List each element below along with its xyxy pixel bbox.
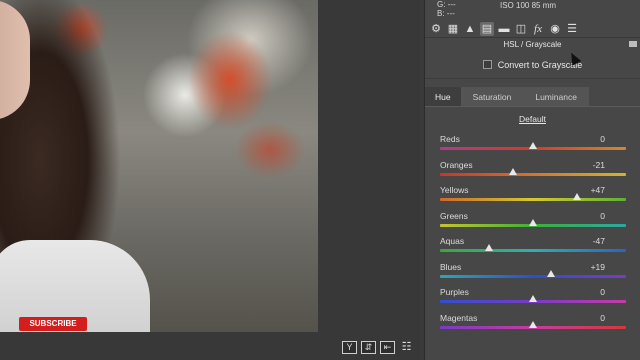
default-link[interactable]: Default (425, 114, 640, 126)
panel-menu-icon[interactable] (629, 41, 637, 47)
grayscale-checkbox[interactable] (482, 60, 492, 69)
slider-aquas: Aquas -47 (425, 236, 640, 262)
slider-thumb[interactable] (529, 295, 537, 302)
slider-track[interactable] (440, 249, 626, 252)
camera-calibration-icon[interactable]: ◉ (548, 22, 562, 36)
slider-magentas: Magentas 0 (425, 313, 640, 339)
hsl-icon[interactable]: ▤ (480, 21, 494, 36)
slider-value[interactable]: -47 (575, 236, 605, 246)
green-readout: G: --- (437, 0, 456, 9)
slider-value[interactable]: +19 (575, 262, 605, 272)
basic-icon[interactable]: ⚙ (429, 22, 443, 36)
slider-blues: Blues +19 (425, 262, 640, 288)
slider-value[interactable]: 0 (575, 313, 605, 323)
effects-icon[interactable]: fx (531, 22, 545, 36)
photo-preview[interactable]: SUBSCRIBE (0, 0, 318, 332)
camera-raw-window: SUBSCRIBE Y ⇵ ⇤ ☷ G: --- B: --- ISO 100 … (0, 0, 640, 360)
slider-label: Reds (440, 134, 460, 144)
slider-thumb[interactable] (572, 193, 581, 200)
split-toning-icon[interactable]: ▬ (497, 22, 511, 36)
slider-thumb[interactable] (529, 142, 537, 149)
adjustments-panel: G: --- B: --- ISO 100 85 mm ⚙ ▦ ▲ ▤ ▬ ◫ … (424, 0, 640, 360)
slider-label: Yellows (440, 185, 469, 195)
tab-hue[interactable]: Hue (425, 87, 461, 106)
slider-yellows: Yellows +47 (425, 185, 640, 211)
slider-thumb[interactable] (485, 244, 494, 251)
panel-tab-strip: ⚙ ▦ ▲ ▤ ▬ ◫ fx ◉ ☰ (425, 20, 640, 38)
slider-label: Purples (440, 287, 469, 297)
view-mode-button[interactable]: Y (342, 341, 357, 354)
slider-value[interactable]: 0 (575, 134, 605, 144)
rgb-readout: G: --- B: --- (437, 0, 456, 18)
slider-purples: Purples 0 (425, 287, 640, 313)
tab-luminance[interactable]: Luminance (523, 87, 589, 106)
slider-track[interactable] (440, 172, 626, 176)
preview-view-tools: Y ⇵ ⇤ ☷ (342, 341, 414, 354)
slider-oranges: Oranges -21 (425, 160, 640, 186)
section-title-text: HSL / Grayscale (503, 40, 562, 49)
subscribe-overlay[interactable]: SUBSCRIBE (19, 317, 87, 331)
slider-label: Magentas (440, 312, 478, 323)
swap-settings-button[interactable]: ⇤ (380, 341, 395, 354)
settings-sliders-icon[interactable]: ☷ (399, 341, 414, 354)
image-preview-area: SUBSCRIBE Y ⇵ ⇤ ☷ (0, 0, 420, 360)
slider-thumb[interactable] (546, 269, 555, 277)
slider-track[interactable] (440, 274, 626, 278)
presets-icon[interactable]: ☰ (565, 22, 579, 36)
slider-label: Blues (440, 261, 462, 272)
slider-greens: Greens 0 (425, 211, 640, 237)
tab-saturation[interactable]: Saturation (460, 87, 524, 106)
detail-icon[interactable]: ▲ (463, 22, 477, 36)
slider-reds: Reds 0 (425, 134, 640, 160)
tone-curve-icon[interactable]: ▦ (446, 22, 460, 36)
slider-thumb[interactable] (529, 218, 537, 226)
before-after-toggle-button[interactable]: ⇵ (361, 341, 376, 354)
slider-value[interactable]: 0 (575, 211, 605, 221)
slider-label: Aquas (440, 236, 465, 246)
section-title: HSL / Grayscale (425, 38, 640, 51)
slider-track[interactable] (440, 198, 626, 201)
slider-label: Greens (440, 210, 468, 221)
hue-sliders: Reds 0 Oranges -21 Yellows +47 Greens 0 Aquas -47… (425, 134, 640, 338)
lens-corrections-icon[interactable]: ◫ (514, 22, 528, 36)
blue-readout: B: --- (437, 9, 455, 18)
slider-value[interactable]: 0 (575, 287, 605, 297)
metadata-readout: G: --- B: --- ISO 100 85 mm (425, 0, 640, 20)
hsl-subtabs: Hue Saturation Luminance (425, 87, 640, 107)
camera-info: ISO 100 85 mm (500, 1, 557, 10)
slider-value[interactable]: -21 (575, 160, 605, 170)
grayscale-option[interactable]: Convert to Grayscale (425, 51, 640, 79)
slider-thumb[interactable] (509, 167, 518, 175)
slider-thumb[interactable] (529, 320, 537, 328)
slider-label: Oranges (440, 159, 473, 170)
